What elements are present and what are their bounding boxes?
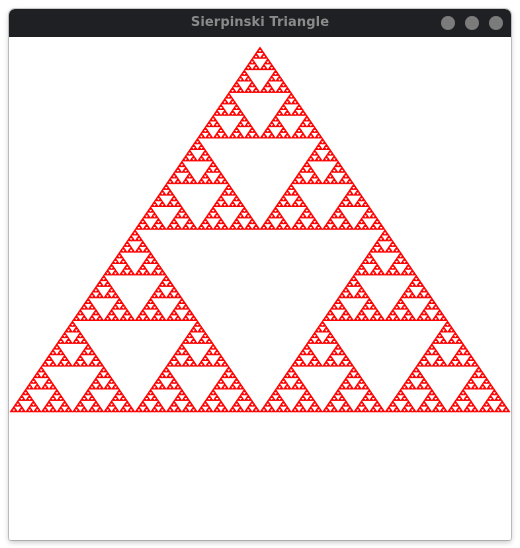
window-title: Sierpinski Triangle bbox=[190, 15, 330, 30]
sierpinski-triangle-drawing bbox=[9, 46, 511, 413]
drawing-canvas-area bbox=[9, 37, 511, 540]
minimize-button[interactable] bbox=[441, 16, 455, 30]
app-window: Sierpinski Triangle bbox=[9, 9, 511, 540]
close-button[interactable] bbox=[489, 16, 503, 30]
maximize-button[interactable] bbox=[465, 16, 479, 30]
title-bar[interactable]: Sierpinski Triangle bbox=[9, 9, 511, 37]
sierpinski-triangle bbox=[9, 46, 511, 413]
window-controls bbox=[441, 16, 503, 30]
